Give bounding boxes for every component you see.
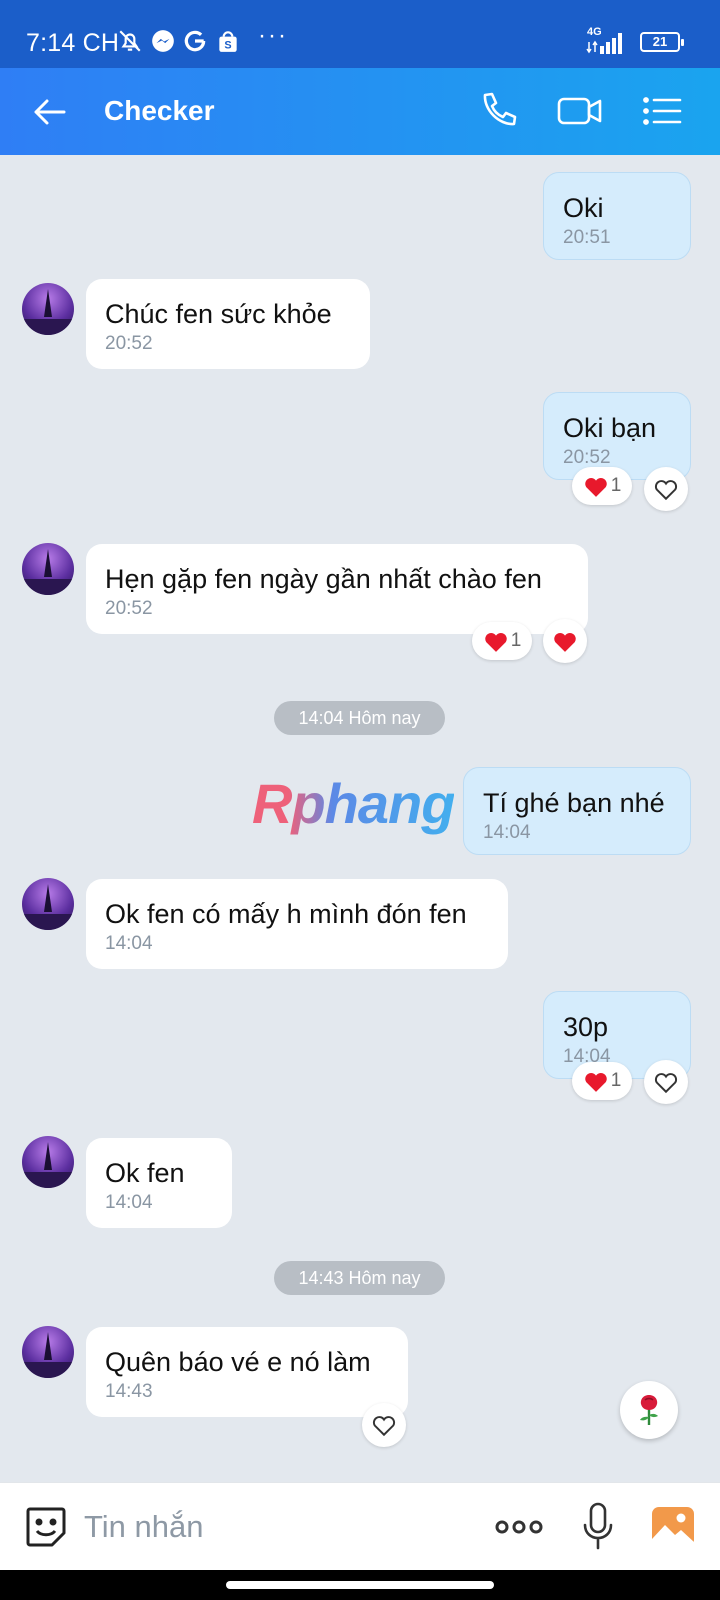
chat-header: Checker xyxy=(0,68,720,155)
reaction-summary[interactable]: 1 xyxy=(472,622,532,660)
system-navigation-bar xyxy=(0,1570,720,1600)
incoming-message[interactable]: Chúc fen sức khỏe 20:52 xyxy=(86,279,370,369)
more-notifications-icon: ··· xyxy=(258,22,288,49)
avatar[interactable] xyxy=(22,1136,74,1188)
status-time: 7:14 CH xyxy=(26,29,120,57)
react-button[interactable] xyxy=(543,619,587,663)
reaction-summary[interactable]: 1 xyxy=(572,467,632,505)
time-divider: 14:04 Hôm nay xyxy=(274,701,445,735)
reaction-count: 1 xyxy=(610,475,622,496)
message-input[interactable] xyxy=(84,1501,464,1553)
avatar[interactable] xyxy=(22,1326,74,1378)
rose-icon xyxy=(640,1395,658,1425)
image-gallery-icon[interactable] xyxy=(650,1505,696,1549)
watermark-logo: Rphang xyxy=(252,772,455,835)
incoming-message[interactable]: Quên báo vé e nó làm 14:43 xyxy=(86,1327,408,1417)
avatar[interactable] xyxy=(22,543,74,595)
message-time: 20:51 xyxy=(563,227,611,248)
heart-outline-icon xyxy=(654,1073,678,1094)
bell-off-icon xyxy=(119,30,141,52)
avatar[interactable] xyxy=(22,878,74,930)
heart-reaction-icon xyxy=(484,632,507,652)
avatar[interactable] xyxy=(22,283,74,335)
messenger-icon xyxy=(152,30,174,52)
message-text: Hẹn gặp fen ngày gần nhất chào fen xyxy=(105,564,542,594)
reaction-count: 1 xyxy=(610,1070,622,1091)
svg-text:S: S xyxy=(224,40,231,52)
status-bar: 7:14 CH S ··· 4G 21 xyxy=(0,0,720,68)
time-divider: 14:43 Hôm nay xyxy=(274,1261,445,1295)
incoming-message[interactable]: Ok fen có mấy h mình đón fen 14:04 xyxy=(86,879,508,969)
message-time: 20:52 xyxy=(105,333,153,354)
message-time: 20:52 xyxy=(105,598,153,619)
message-time: 14:04 xyxy=(105,1192,153,1213)
react-button[interactable] xyxy=(644,467,688,511)
phone-icon[interactable] xyxy=(476,88,522,134)
message-text: Oki xyxy=(563,193,604,223)
home-indicator[interactable] xyxy=(226,1581,494,1589)
message-text: 30p xyxy=(563,1012,609,1042)
microphone-icon[interactable] xyxy=(582,1501,614,1551)
incoming-message[interactable]: Ok fen 14:04 xyxy=(86,1138,232,1228)
quick-sticker-button[interactable] xyxy=(620,1381,678,1439)
message-time: 14:04 xyxy=(105,933,153,954)
react-button[interactable] xyxy=(362,1403,406,1447)
heart-reaction-icon xyxy=(584,477,607,497)
heart-reaction-icon xyxy=(584,1072,607,1092)
battery-indicator: 21 xyxy=(640,32,684,52)
message-text: Chúc fen sức khỏe xyxy=(105,299,332,329)
outgoing-message[interactable]: Oki 20:51 xyxy=(543,172,691,260)
sticker-smile-icon[interactable] xyxy=(24,1505,68,1549)
google-icon xyxy=(184,30,206,52)
outgoing-message[interactable]: Tí ghé bạn nhé 14:04 xyxy=(463,767,691,855)
shopee-bag-icon: S xyxy=(219,31,237,52)
message-time: 20:52 xyxy=(563,447,611,468)
message-time: 14:04 xyxy=(483,822,531,843)
react-button[interactable] xyxy=(644,1060,688,1104)
back-arrow-icon[interactable] xyxy=(30,92,70,132)
list-menu-icon[interactable] xyxy=(642,88,682,134)
heart-outline-icon xyxy=(372,1416,396,1437)
message-list[interactable]: Oki 20:51 Chúc fen sức khỏe 20:52 Oki bạ… xyxy=(0,155,720,1482)
incoming-message[interactable]: Hẹn gặp fen ngày gần nhất chào fen 20:52 xyxy=(86,544,588,634)
message-text: Ok fen xyxy=(105,1158,185,1188)
heart-reaction-icon xyxy=(554,632,576,652)
signal-icon xyxy=(586,33,622,54)
heart-outline-icon xyxy=(654,480,678,501)
more-dots-icon[interactable] xyxy=(495,1513,543,1541)
message-text: Oki bạn xyxy=(563,413,657,443)
chat-title[interactable]: Checker xyxy=(104,95,215,127)
message-time: 14:43 xyxy=(105,1381,153,1402)
message-text: Ok fen có mấy h mình đón fen xyxy=(105,899,467,929)
message-text: Quên báo vé e nó làm xyxy=(105,1347,371,1377)
message-composer xyxy=(0,1482,720,1570)
reaction-count: 1 xyxy=(510,630,522,651)
reaction-summary[interactable]: 1 xyxy=(572,1062,632,1100)
video-camera-icon[interactable] xyxy=(556,88,604,134)
message-text: Tí ghé bạn nhé xyxy=(483,788,665,818)
